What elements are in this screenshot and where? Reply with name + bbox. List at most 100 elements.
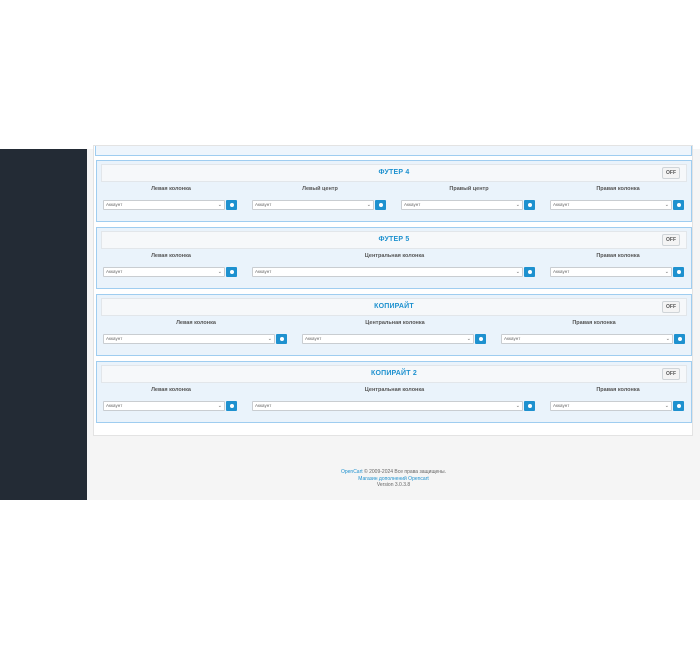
column-right: Правая колонка Аккаунт ⌄ xyxy=(501,319,687,344)
column-right: Правая колонка Аккаунт ⌄ xyxy=(550,252,686,277)
add-button[interactable] xyxy=(674,334,685,344)
column-label: Левая колонка xyxy=(176,320,216,326)
add-button[interactable] xyxy=(524,267,535,277)
select-value: Аккаунт xyxy=(255,403,272,408)
column-label: Правая колонка xyxy=(596,253,640,259)
column-select[interactable]: Аккаунт ⌄ xyxy=(103,401,225,411)
chevron-down-icon: ⌄ xyxy=(665,336,670,342)
section-header: КОПИРАЙТ OFF xyxy=(101,298,687,316)
select-value: Аккаунт xyxy=(553,403,570,408)
footer-copyright-line: OpenCart © 2009-2024 Все права защищены. xyxy=(87,469,700,476)
add-button[interactable] xyxy=(673,200,684,210)
select-value: Аккаунт xyxy=(553,269,570,274)
chevron-down-icon: ⌄ xyxy=(664,269,669,275)
chevron-down-icon: ⌄ xyxy=(366,202,371,208)
column-right-center: Правый центр Аккаунт ⌄ xyxy=(401,185,537,210)
add-button[interactable] xyxy=(475,334,486,344)
column-right: Правая колонка Аккаунт ⌄ xyxy=(550,185,686,210)
select-value: Аккаунт xyxy=(553,202,570,207)
column-select[interactable]: Аккаунт ⌄ xyxy=(252,401,523,411)
sidebar xyxy=(0,149,87,500)
section-title: КОПИРАЙТ xyxy=(374,303,414,310)
column-select[interactable]: Аккаунт ⌄ xyxy=(550,401,672,411)
column-label: Центральная колонка xyxy=(365,320,425,326)
column-label: Левая колонка xyxy=(151,186,191,192)
add-button[interactable] xyxy=(524,401,535,411)
toggle-off-button[interactable]: OFF xyxy=(662,301,680,313)
column-select[interactable]: Аккаунт ⌄ xyxy=(401,200,523,210)
chevron-down-icon: ⌄ xyxy=(217,269,222,275)
chevron-down-icon: ⌄ xyxy=(515,269,520,275)
section-copyright: КОПИРАЙТ OFF Левая колонка Аккаунт ⌄ Цент… xyxy=(96,294,692,356)
previous-section-remnant xyxy=(95,146,692,156)
toggle-off-button[interactable]: OFF xyxy=(662,234,680,246)
select-value: Аккаунт xyxy=(504,336,521,341)
add-button[interactable] xyxy=(226,200,237,210)
column-label: Правый центр xyxy=(449,186,489,192)
chevron-down-icon: ⌄ xyxy=(267,336,272,342)
extension-store-link[interactable]: Магазин дополнений Opencart xyxy=(358,476,429,482)
section-copyright-2: КОПИРАЙТ 2 OFF Левая колонка Аккаунт ⌄ Це… xyxy=(96,361,692,423)
section-header: ФУТЕР 5 OFF xyxy=(101,231,687,249)
chevron-down-icon: ⌄ xyxy=(217,202,222,208)
page-footer: OpenCart © 2009-2024 Все права защищены.… xyxy=(87,469,700,489)
add-button[interactable] xyxy=(276,334,287,344)
column-label: Левый центр xyxy=(302,186,338,192)
select-value: Аккаунт xyxy=(255,269,272,274)
add-button[interactable] xyxy=(226,401,237,411)
column-center: Центральная колонка Аккаунт ⌄ xyxy=(252,252,537,277)
column-label: Центральная колонка xyxy=(364,253,425,259)
version-text: Version 3.0.3.8 xyxy=(376,482,411,489)
add-button[interactable] xyxy=(226,267,237,277)
chevron-down-icon: ⌄ xyxy=(515,403,520,409)
select-value: Аккаунт xyxy=(106,403,123,408)
column-select[interactable]: Аккаунт ⌄ xyxy=(103,334,275,344)
column-select[interactable]: Аккаунт ⌄ xyxy=(302,334,474,344)
column-select[interactable]: Аккаунт ⌄ xyxy=(103,267,225,277)
add-button[interactable] xyxy=(673,267,684,277)
section-title: КОПИРАЙТ 2 xyxy=(370,370,418,377)
main-content: ФУТЕР 4 OFF Левая колонка Аккаунт ⌄ Левый… xyxy=(87,145,700,500)
section-title: ФУТЕР 5 xyxy=(378,236,410,243)
section-title: ФУТЕР 4 xyxy=(378,169,410,176)
add-button[interactable] xyxy=(524,200,535,210)
column-select[interactable]: Аккаунт ⌄ xyxy=(252,267,523,277)
column-right: Правая колонка Аккаунт ⌄ xyxy=(550,386,686,411)
toggle-off-button[interactable]: OFF xyxy=(662,368,680,380)
column-select[interactable]: Аккаунт ⌄ xyxy=(550,267,672,277)
add-button[interactable] xyxy=(375,200,386,210)
column-left: Левая колонка Аккаунт ⌄ xyxy=(103,252,239,277)
chevron-down-icon: ⌄ xyxy=(664,202,669,208)
copyright-text: © 2009-2024 Все права защищены. xyxy=(362,469,447,475)
column-label: Правая колонка xyxy=(596,186,640,192)
column-center: Центральная колонка Аккаунт ⌄ xyxy=(252,386,537,411)
add-button[interactable] xyxy=(673,401,684,411)
select-value: Аккаунт xyxy=(305,336,322,341)
column-left: Левая колонка Аккаунт ⌄ xyxy=(103,185,239,210)
section-footer-4: ФУТЕР 4 OFF Левая колонка Аккаунт ⌄ Левый… xyxy=(96,160,692,222)
column-label: Левая колонка xyxy=(151,253,191,259)
column-label: Левая колонка xyxy=(151,387,191,393)
admin-screen: ФУТЕР 4 OFF Левая колонка Аккаунт ⌄ Левый… xyxy=(0,145,700,500)
column-select[interactable]: Аккаунт ⌄ xyxy=(252,200,374,210)
column-label: Центральная колонка xyxy=(364,387,425,393)
column-label: Правая колонка xyxy=(572,320,616,326)
column-left-center: Левый центр Аккаунт ⌄ xyxy=(252,185,388,210)
column-select[interactable]: Аккаунт ⌄ xyxy=(550,200,672,210)
chevron-down-icon: ⌄ xyxy=(515,202,520,208)
select-value: Аккаунт xyxy=(255,202,272,207)
chevron-down-icon: ⌄ xyxy=(466,336,471,342)
column-center: Центральная колонка Аккаунт ⌄ xyxy=(302,319,488,344)
column-left: Левая колонка Аккаунт ⌄ xyxy=(103,386,239,411)
settings-panel: ФУТЕР 4 OFF Левая колонка Аккаунт ⌄ Левый… xyxy=(93,145,693,436)
select-value: Аккаунт xyxy=(106,269,123,274)
toggle-off-button[interactable]: OFF xyxy=(662,167,680,179)
column-left: Левая колонка Аккаунт ⌄ xyxy=(103,319,289,344)
section-header: КОПИРАЙТ 2 OFF xyxy=(101,365,687,383)
chevron-down-icon: ⌄ xyxy=(217,403,222,409)
select-value: Аккаунт xyxy=(404,202,421,207)
column-select[interactable]: Аккаунт ⌄ xyxy=(501,334,673,344)
column-select[interactable]: Аккаунт ⌄ xyxy=(103,200,225,210)
select-value: Аккаунт xyxy=(106,202,123,207)
opencart-link[interactable]: OpenCart xyxy=(341,469,363,475)
